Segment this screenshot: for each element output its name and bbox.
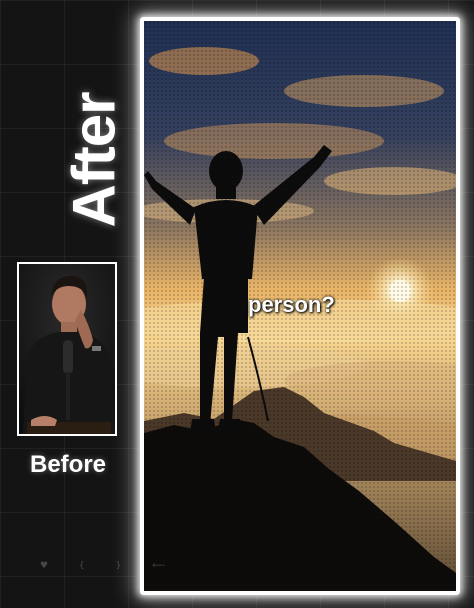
player-control-icons: ♥ { } ⟵: [40, 561, 180, 571]
before-photo: [19, 264, 115, 434]
before-label: Before: [29, 451, 107, 478]
after-label: After: [60, 92, 128, 228]
caption-text: person?: [248, 292, 335, 317]
before-thumbnail: [17, 262, 117, 436]
